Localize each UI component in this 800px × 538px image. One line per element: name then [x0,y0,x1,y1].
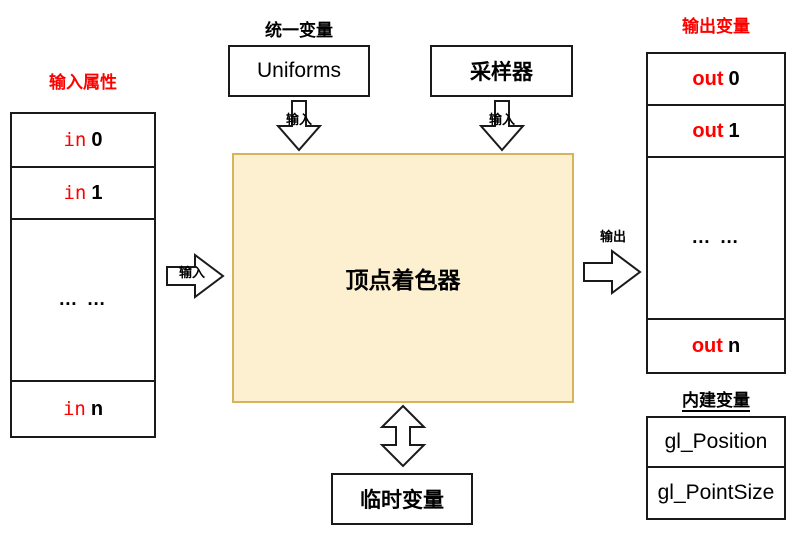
sampler-label: 采样器 [470,61,533,84]
table-row-ellipsis: … … [648,158,784,320]
uniforms-box[interactable]: Uniforms [228,45,370,97]
input-arrow-label: 输入 [178,265,205,280]
builtin-gl-pointsize: gl_PointSize [657,481,775,504]
input-index: n [90,397,104,420]
table-row[interactable]: in 1 [12,168,154,220]
table-row[interactable]: in n [12,382,154,436]
output-variables-header: 输出变量 [682,17,750,36]
output-keyword: out [691,334,723,357]
sampler-box[interactable]: 采样器 [430,45,573,97]
input-ellipsis: … … [58,289,108,310]
table-row[interactable]: out n [648,320,784,372]
temp-variables-label: 临时变量 [360,489,444,512]
uniforms-arrow-label: 输入 [285,112,312,127]
builtin-variables-table: gl_Position gl_PointSize [646,416,786,520]
temp-variables-box[interactable]: 临时变量 [331,473,473,525]
vertex-shader-box[interactable]: 顶点着色器 [232,153,574,403]
builtin-variables-header-wrap: 内建变量 [646,392,786,412]
output-index: 0 [728,67,740,90]
diagram-canvas: 输入属性 in 0 in 1 … … in n 输入 统一变量 Uniforms [0,0,800,538]
builtin-variables-header: 内建变量 [682,391,750,412]
table-row[interactable]: out 1 [648,106,784,158]
output-arrow-label: 输出 [599,229,626,244]
output-index: n [727,334,741,357]
output-arrow [582,248,644,296]
table-row[interactable]: out 0 [648,54,784,106]
input-attributes-table: in 0 in 1 … … in n [10,112,156,438]
temp-variables-double-arrow [378,404,428,468]
uniforms-label: Uniforms [256,59,341,82]
sampler-arrow-label: 输入 [488,112,515,127]
output-keyword: out [692,67,724,90]
input-index: 1 [91,181,103,204]
output-ellipsis: … … [691,227,741,248]
table-row[interactable]: in 0 [12,114,154,168]
output-index: 1 [728,119,740,142]
double-arrow-icon [379,404,427,468]
table-row[interactable]: gl_Position [648,418,784,468]
output-arrow-icon [583,249,642,295]
table-row[interactable]: gl_PointSize [648,468,784,518]
output-variables-table: out 0 out 1 … … out n [646,52,786,374]
input-keyword: in [63,182,87,204]
input-attributes-header: 输入属性 [49,73,117,92]
builtin-gl-position: gl_Position [664,430,768,453]
table-row-ellipsis: … … [12,220,154,382]
input-keyword: in [62,398,86,420]
input-index: 0 [91,128,103,151]
uniforms-header: 统一变量 [265,21,333,40]
vertex-shader-label: 顶点着色器 [345,267,461,293]
input-keyword: in [63,129,87,151]
output-keyword: out [692,119,724,142]
